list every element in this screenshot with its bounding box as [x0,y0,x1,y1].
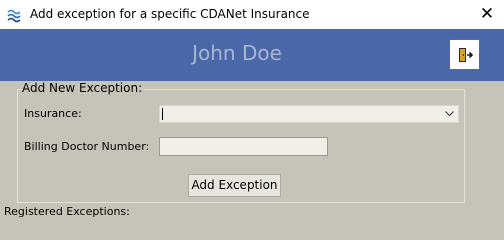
add-exception-button[interactable]: Add Exception [188,174,281,197]
exit-door-icon [458,47,473,62]
group-title: Add New Exception: [21,81,145,96]
title-bar: Add exception for a specific CDANet Insu… [0,0,504,29]
window-title: Add exception for a specific CDANet Insu… [30,7,310,21]
chevron-down-icon[interactable] [443,108,456,120]
close-button[interactable]: ✕ [470,0,504,29]
billing-doctor-number-input[interactable] [159,137,328,156]
billing-doctor-label: Billing Doctor Number: [24,140,150,153]
registered-exceptions-label: Registered Exceptions: [4,205,130,218]
cdanet-waves-icon [7,9,21,23]
header-band: John Doe [0,29,504,81]
exit-button[interactable] [449,39,480,70]
text-caret [162,108,163,120]
user-name: John Doe [192,41,282,65]
insurance-dropdown[interactable] [159,105,459,123]
insurance-label: Insurance: [24,107,82,120]
